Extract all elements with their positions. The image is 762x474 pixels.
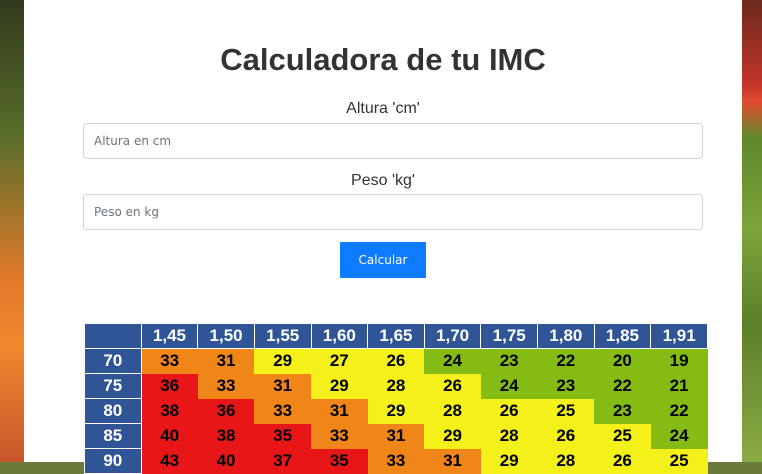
table-row: 85 40 38 35 33 31 29 28 26 25 24 xyxy=(84,423,708,449)
bmi-value-cell: 31 xyxy=(311,398,368,424)
bmi-value-cell: 40 xyxy=(141,423,198,449)
bmi-value-cell: 24 xyxy=(650,423,708,449)
bmi-value-cell: 25 xyxy=(650,448,708,474)
bmi-value-cell: 35 xyxy=(254,423,311,449)
bmi-value-cell: 31 xyxy=(424,448,481,474)
bmi-value-cell: 35 xyxy=(311,448,368,474)
table-row: 80 38 36 33 31 29 28 26 25 23 22 xyxy=(84,398,708,424)
bmi-value-cell: 37 xyxy=(254,448,311,474)
calculate-button[interactable]: Calcular xyxy=(340,242,426,278)
bmi-value-cell: 28 xyxy=(480,423,538,449)
bmi-value-cell: 24 xyxy=(424,348,481,374)
table-body: 70 33 31 29 27 26 24 23 22 20 19 75 36 33 31 29 28 26 24 23… xyxy=(84,348,708,474)
page-title: Calculadora de tu IMC xyxy=(220,42,546,77)
weight-row-header: 90 xyxy=(84,448,142,474)
weight-input[interactable] xyxy=(83,194,703,230)
background-image-right xyxy=(742,0,762,462)
bmi-value-cell: 23 xyxy=(480,348,538,374)
bmi-reference-table: 1,45 1,50 1,55 1,60 1,65 1,70 1,75 1,80 1,85 1,91… xyxy=(84,323,708,474)
bmi-value-cell: 36 xyxy=(141,373,198,399)
table-header-row: 1,45 1,50 1,55 1,60 1,65 1,70 1,75 1,80 1,85 1,91 xyxy=(84,323,708,349)
bmi-value-cell: 22 xyxy=(537,348,595,374)
bmi-value-cell: 26 xyxy=(424,373,481,399)
height-column-header: 1,65 xyxy=(367,323,425,349)
table-corner-cell xyxy=(84,323,142,349)
bmi-value-cell: 40 xyxy=(197,448,255,474)
height-column-header: 1,55 xyxy=(253,323,312,349)
bmi-value-cell: 27 xyxy=(311,348,368,374)
bmi-value-cell: 31 xyxy=(367,423,425,449)
bmi-value-cell: 28 xyxy=(367,373,425,399)
bmi-value-cell: 28 xyxy=(424,398,481,424)
bmi-value-cell: 29 xyxy=(424,423,481,449)
height-column-header: 1,75 xyxy=(480,323,538,349)
bmi-value-cell: 22 xyxy=(650,398,708,424)
height-column-header: 1,70 xyxy=(423,323,482,349)
bmi-value-cell: 26 xyxy=(480,398,538,424)
bmi-value-cell: 38 xyxy=(197,423,255,449)
bmi-value-cell: 43 xyxy=(141,448,198,474)
bmi-value-cell: 23 xyxy=(537,373,595,399)
bmi-value-cell: 31 xyxy=(197,348,255,374)
bmi-value-cell: 20 xyxy=(594,348,651,374)
bmi-value-cell: 21 xyxy=(650,373,708,399)
height-column-header: 1,50 xyxy=(197,323,255,349)
bmi-value-cell: 26 xyxy=(537,423,595,449)
table-row: 90 43 40 37 35 33 31 29 28 26 25 xyxy=(84,448,708,474)
bmi-value-cell: 19 xyxy=(650,348,708,374)
height-label: Altura 'cm' xyxy=(346,100,420,117)
bmi-value-cell: 26 xyxy=(367,348,425,374)
weight-label: Peso 'kg' xyxy=(351,172,415,189)
table-row: 75 36 33 31 29 28 26 24 23 22 21 xyxy=(84,373,708,399)
calculator-panel: Calculadora de tu IMC Altura 'cm' Peso '… xyxy=(24,0,742,474)
bmi-value-cell: 26 xyxy=(594,448,651,474)
weight-row-header: 75 xyxy=(84,373,142,399)
background-image-left xyxy=(0,0,24,462)
bmi-value-cell: 33 xyxy=(367,448,425,474)
height-column-header: 1,80 xyxy=(537,323,595,349)
weight-row-header: 85 xyxy=(84,423,142,449)
bmi-value-cell: 33 xyxy=(254,398,311,424)
bmi-value-cell: 25 xyxy=(537,398,595,424)
bmi-value-cell: 33 xyxy=(197,373,255,399)
weight-row-header: 70 xyxy=(84,348,142,374)
bmi-value-cell: 33 xyxy=(311,423,368,449)
bmi-value-cell: 33 xyxy=(141,348,198,374)
bmi-value-cell: 38 xyxy=(141,398,198,424)
bmi-value-cell: 29 xyxy=(367,398,425,424)
bmi-value-cell: 29 xyxy=(254,348,311,374)
bmi-value-cell: 29 xyxy=(480,448,538,474)
bmi-value-cell: 29 xyxy=(311,373,368,399)
bmi-value-cell: 31 xyxy=(254,373,311,399)
height-column-header: 1,85 xyxy=(593,323,652,349)
height-column-header: 1,60 xyxy=(310,323,369,349)
bmi-value-cell: 22 xyxy=(594,373,651,399)
bmi-value-cell: 25 xyxy=(594,423,651,449)
height-input[interactable] xyxy=(83,123,703,159)
bmi-value-cell: 28 xyxy=(537,448,595,474)
weight-row-header: 80 xyxy=(84,398,142,424)
bmi-value-cell: 36 xyxy=(197,398,255,424)
height-column-header: 1,45 xyxy=(140,323,199,349)
table-row: 70 33 31 29 27 26 24 23 22 20 19 xyxy=(84,348,708,374)
bmi-value-cell: 23 xyxy=(594,398,651,424)
height-column-header: 1,91 xyxy=(650,323,708,349)
bmi-value-cell: 24 xyxy=(480,373,538,399)
